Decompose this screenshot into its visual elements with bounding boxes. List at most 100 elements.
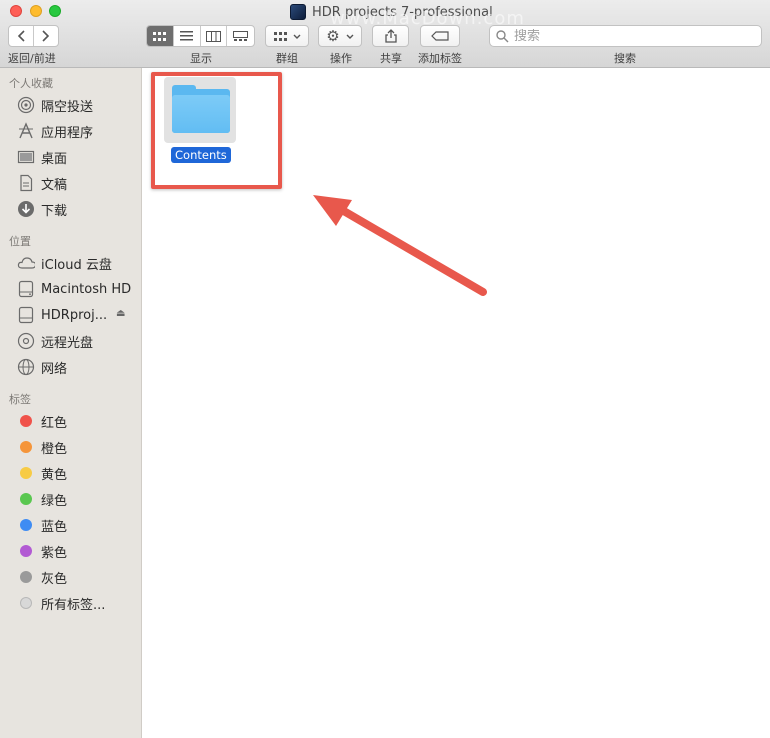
disk-image-icon (290, 4, 306, 20)
sidebar-item-label: 隔空投送 (41, 99, 94, 115)
sidebar-tag-orange[interactable]: 橙色 (17, 436, 67, 458)
locations-header: 位置 (9, 235, 31, 248)
share-button[interactable] (372, 25, 409, 47)
nav-label: 返回/前进 (8, 52, 56, 65)
add-tags-button[interactable] (420, 25, 460, 47)
sidebar-item-desktop[interactable]: 桌面 (17, 146, 67, 168)
sidebar-tag-blue[interactable]: 蓝色 (17, 514, 67, 536)
sidebar-item-label: 下载 (41, 203, 68, 219)
green-tag-icon (20, 493, 32, 505)
gallery-icon (233, 30, 249, 41)
sidebar-item-label: 文稿 (41, 177, 68, 193)
purple-tag-icon (20, 545, 32, 557)
disk-image-icon (17, 306, 35, 324)
sidebar-item-label: iCloud 云盘 (41, 257, 112, 273)
sidebar-item-remote-disc[interactable]: 远程光盘 (17, 330, 93, 352)
group-grid-icon (273, 31, 287, 41)
annotation-arrow-icon (313, 195, 487, 296)
sidebar-item-label: HDRproj... (41, 307, 108, 323)
sidebar-item-documents[interactable]: 文稿 (17, 172, 67, 194)
annotation-highlight-box (151, 72, 282, 189)
list-icon (180, 31, 194, 41)
forward-button[interactable] (34, 26, 58, 46)
sidebar-item-label: 桌面 (41, 151, 68, 167)
favorites-header: 个人收藏 (9, 77, 53, 90)
icloud-icon (17, 254, 35, 272)
file-browser-content: Contents (143, 68, 770, 738)
sidebar-item-label: 橙色 (41, 441, 68, 457)
sidebar-item-label: 红色 (41, 415, 68, 431)
search-input[interactable] (514, 28, 734, 44)
gear-icon: ⚙ (326, 27, 340, 45)
share-icon (384, 29, 397, 43)
remote-disc-icon (17, 332, 35, 350)
group-button[interactable] (265, 25, 309, 47)
group-label: 群组 (276, 52, 298, 65)
yellow-tag-icon (20, 467, 32, 479)
share-label: 共享 (380, 52, 402, 65)
close-window-button[interactable] (10, 5, 22, 17)
chevron-right-icon (42, 30, 49, 42)
nav-buttons (8, 25, 59, 47)
sidebar-tag-green[interactable]: 绿色 (17, 488, 67, 510)
downloads-icon (17, 200, 35, 218)
sidebar-tag-yellow[interactable]: 黄色 (17, 462, 67, 484)
network-icon (17, 358, 35, 376)
sidebar-tag-red[interactable]: 红色 (17, 410, 67, 432)
view-switcher (146, 25, 255, 47)
sidebar-tag-gray[interactable]: 灰色 (17, 566, 67, 588)
all-tags-icon (20, 597, 32, 609)
sidebar-item-label: 灰色 (41, 571, 68, 587)
sidebar-item-label: 网络 (41, 361, 68, 377)
applications-icon (17, 122, 35, 140)
search-label: 搜索 (614, 52, 636, 65)
sidebar: 个人收藏 隔空投送 应用程序 桌面 文稿 下载 位置 iCloud 云盘 Mac… (0, 68, 142, 738)
harddisk-icon (17, 280, 35, 298)
airdrop-icon (17, 96, 35, 114)
sidebar-item-label: 黄色 (41, 467, 68, 483)
sidebar-item-hdrproj[interactable]: HDRproj... (17, 304, 107, 326)
columns-icon (205, 30, 221, 42)
list-view-button[interactable] (174, 26, 201, 46)
sidebar-item-label: 应用程序 (41, 125, 94, 141)
zoom-window-button[interactable] (49, 5, 61, 17)
sidebar-tag-purple[interactable]: 紫色 (17, 540, 67, 562)
sidebar-item-label: 蓝色 (41, 519, 68, 535)
documents-icon (17, 174, 35, 192)
chevron-left-icon (17, 30, 25, 42)
eject-icon[interactable]: ⏏ (116, 308, 125, 319)
minimize-window-button[interactable] (30, 5, 42, 17)
search-icon (496, 29, 509, 42)
sidebar-item-icloud[interactable]: iCloud 云盘 (17, 252, 112, 274)
gallery-view-button[interactable] (227, 26, 254, 46)
desktop-icon (17, 148, 35, 166)
action-button[interactable]: ⚙ (318, 25, 362, 47)
sidebar-tag-all[interactable]: 所有标签... (17, 592, 105, 614)
column-view-button[interactable] (201, 26, 228, 46)
orange-tag-icon (20, 441, 32, 453)
blue-tag-icon (20, 519, 32, 531)
finder-toolbar: HDR projects 7-professional www.MacDown.… (0, 0, 770, 68)
sidebar-item-label: 远程光盘 (41, 335, 94, 351)
sidebar-item-label: Macintosh HD (41, 281, 132, 297)
sidebar-item-label: 紫色 (41, 545, 68, 561)
action-label: 操作 (330, 52, 352, 65)
icon-view-button[interactable] (147, 26, 174, 46)
search-field[interactable] (489, 25, 762, 47)
view-label: 显示 (190, 52, 212, 65)
tags-label: 添加标签 (418, 52, 462, 65)
sidebar-item-downloads[interactable]: 下载 (17, 198, 67, 220)
red-tag-icon (20, 415, 32, 427)
chevron-down-icon (293, 34, 300, 39)
sidebar-item-label: 所有标签... (41, 597, 106, 613)
sidebar-item-applications[interactable]: 应用程序 (17, 120, 93, 142)
sidebar-item-label: 绿色 (41, 493, 68, 509)
gray-tag-icon (20, 571, 32, 583)
tags-header: 标签 (9, 393, 31, 406)
tag-icon (431, 31, 449, 41)
back-button[interactable] (9, 26, 34, 46)
sidebar-item-airdrop[interactable]: 隔空投送 (17, 94, 93, 116)
grid-icon (153, 31, 167, 41)
sidebar-item-macintosh-hd[interactable]: Macintosh HD (17, 278, 131, 300)
sidebar-item-network[interactable]: 网络 (17, 356, 67, 378)
